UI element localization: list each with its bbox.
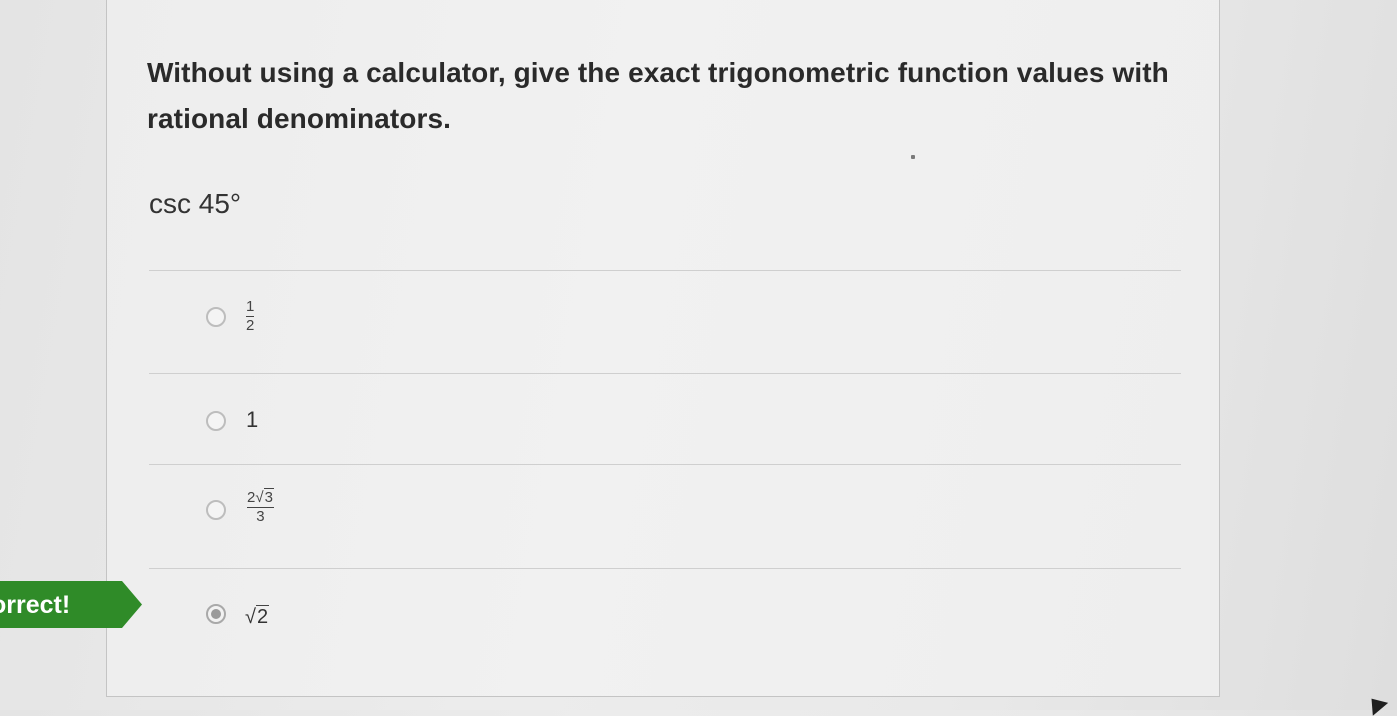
option-c-radio[interactable] (206, 500, 226, 520)
option-c-coefficient: 2 (247, 489, 256, 506)
screen-speck (911, 155, 915, 159)
radical-icon: √ (255, 489, 264, 506)
option-divider (149, 270, 1181, 271)
option-b-radio[interactable] (206, 411, 226, 431)
option-a-numerator: 1 (246, 298, 255, 315)
option-b-label[interactable]: 1 (246, 407, 258, 433)
option-d-radio[interactable] (206, 604, 226, 624)
mouse-pointer-icon (1363, 692, 1389, 716)
option-c-label[interactable]: 2√3 3 (247, 488, 274, 525)
option-a-denominator: 2 (246, 317, 255, 334)
feedback-label: orrect! (0, 591, 71, 619)
option-divider (149, 568, 1181, 569)
option-divider (149, 464, 1181, 465)
option-c-denominator: 3 (256, 508, 265, 525)
option-d-radicand: 2 (255, 605, 270, 628)
option-a-label[interactable]: 1 2 (246, 298, 255, 334)
question-text: Without using a calculator, give the exa… (147, 57, 1169, 134)
option-a-radio[interactable] (206, 307, 226, 327)
radical-icon: √ (245, 606, 256, 628)
option-c-radicand: 3 (263, 488, 274, 506)
option-d-label[interactable]: √2 (245, 605, 270, 629)
option-c-numerator: 2√3 (247, 488, 274, 506)
option-divider (149, 373, 1181, 374)
question-prompt: csc 45° (149, 188, 242, 219)
